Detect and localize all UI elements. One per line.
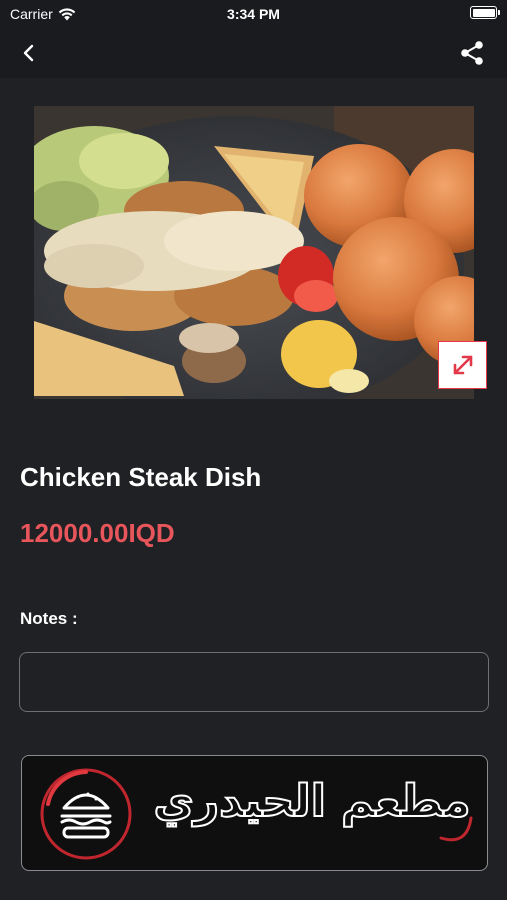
food-photo	[34, 106, 474, 399]
notes-label: Notes :	[20, 609, 78, 628]
battery-icon	[470, 6, 500, 19]
burger-icon	[40, 768, 132, 860]
status-bar: Carrier 3:34 PM	[0, 0, 507, 28]
product-title: Chicken Steak Dish	[20, 462, 262, 492]
logo-swoosh	[439, 816, 473, 842]
restaurant-logo-text: مطعم الحيدري	[152, 775, 471, 828]
product-price: 12000.00IQD	[20, 518, 175, 548]
navigation-bar	[0, 28, 507, 78]
share-button[interactable]	[457, 38, 487, 68]
back-button[interactable]	[14, 38, 44, 68]
share-icon	[461, 41, 483, 65]
notes-input[interactable]	[19, 652, 489, 712]
expand-icon	[453, 355, 472, 375]
expand-image-button[interactable]	[438, 341, 487, 389]
status-time: 3:34 PM	[227, 6, 280, 22]
product-image[interactable]	[34, 106, 474, 399]
chevron-left-icon	[23, 44, 34, 62]
restaurant-logo: مطعم الحيدري	[21, 755, 488, 871]
